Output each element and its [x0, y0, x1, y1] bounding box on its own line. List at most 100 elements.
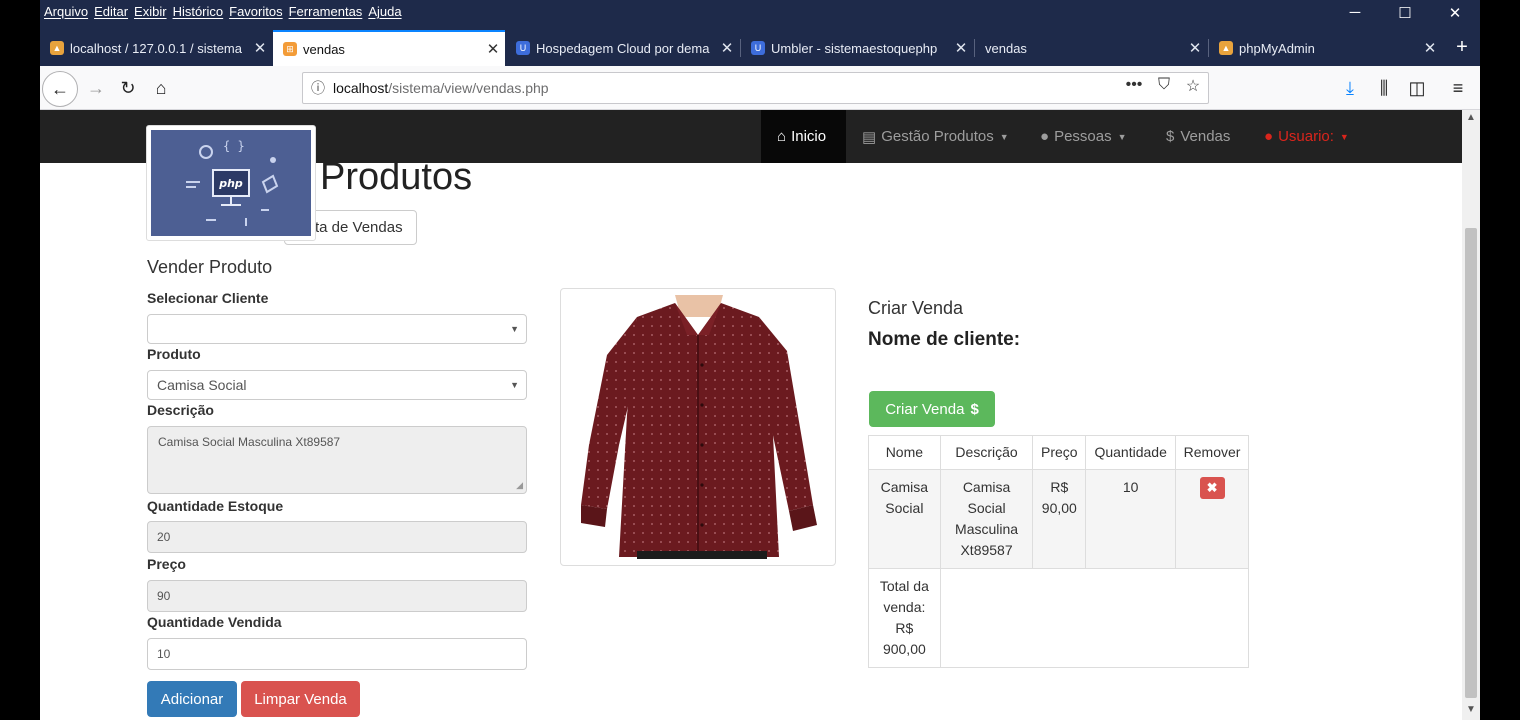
dollar-icon: $ [1166, 128, 1175, 145]
col-quantidade: Quantidade [1085, 435, 1177, 470]
stock-field[interactable]: 20 [147, 521, 527, 553]
new-tab-icon[interactable]: + [1450, 36, 1474, 59]
stock-value: 20 [157, 530, 171, 544]
close-tab-icon[interactable]: ✕ [1183, 39, 1207, 57]
tab-vendas-active[interactable]: ⊞ vendas ✕ [273, 30, 505, 66]
col-preco: Preço [1032, 435, 1087, 470]
home-icon: ⌂ [777, 128, 787, 145]
sale-items-table: Nome Descrição Preço Quantidade Remover … [868, 435, 1250, 668]
close-tab-icon[interactable]: ✕ [1418, 39, 1442, 57]
add-button[interactable]: Adicionar [147, 681, 237, 717]
site-logo: { } php [146, 125, 316, 241]
item-remove-cell: ✖ [1175, 469, 1249, 569]
address-bar[interactable]: ⓘ localhost /sistema/view/vendas.php [302, 72, 1209, 104]
product-select[interactable]: Camisa Social ▼ [147, 370, 527, 400]
svg-text:{ }: { } [223, 139, 245, 153]
back-icon[interactable]: ← [42, 71, 78, 107]
list-icon: ▤ [862, 128, 877, 146]
nav-people-label: Pessoas [1054, 128, 1112, 145]
menu-bar: Arquivo Editar Exibir Histórico Favorito… [44, 4, 408, 19]
forward-icon[interactable]: → [82, 74, 110, 102]
screen-border-left [0, 0, 40, 720]
description-textarea[interactable]: Camisa Social Masculina Xt89587 ◢ [147, 426, 527, 494]
user-icon: ● [1040, 128, 1050, 145]
page-scrollbar[interactable]: ▲ ▼ [1462, 110, 1480, 720]
col-descricao: Descrição [939, 435, 1034, 470]
menu-historico[interactable]: Histórico [173, 4, 230, 19]
item-name: Camisa Social [868, 469, 941, 569]
page-content: ⌂ Inicio ▤ Gestão Produtos ▼ ● Pessoas ▼… [40, 110, 1462, 720]
create-sale-label: Criar Venda [885, 400, 965, 418]
select-arrow-icon: ▼ [510, 380, 519, 390]
reload-icon[interactable]: ↻ [114, 74, 142, 102]
tab-bar: ▲ localhost / 127.0.0.1 / sistema ✕ ⊞ ve… [40, 30, 1480, 66]
close-tab-icon[interactable]: ✕ [715, 39, 739, 57]
tab-vendas[interactable]: vendas ✕ [975, 30, 1207, 66]
nav-inicio-label: Inicio [791, 128, 827, 145]
shirt-image [567, 295, 829, 559]
home-icon[interactable]: ⌂ [147, 74, 175, 102]
menu-favoritos[interactable]: Favoritos [229, 4, 288, 19]
tab-hospedagem[interactable]: U Hospedagem Cloud por dema ✕ [506, 30, 739, 66]
close-tab-icon[interactable]: ✕ [248, 39, 272, 57]
create-sale-button[interactable]: Criar Venda $ [869, 391, 995, 427]
product-thumbnail [560, 288, 836, 566]
minimize-icon[interactable]: ─ [1340, 4, 1370, 21]
nav-gestao-produtos[interactable]: ▤ Gestão Produtos ▼ [846, 110, 1025, 163]
download-icon[interactable]: ⤓ [1336, 74, 1364, 102]
pocket-icon[interactable]: ⛉ [1152, 76, 1176, 94]
menu-arquivo[interactable]: Arquivo [44, 4, 94, 19]
close-tab-icon[interactable]: ✕ [949, 39, 973, 57]
dollar-icon: $ [970, 400, 979, 418]
page-title: Produtos [320, 156, 473, 198]
close-window-icon[interactable]: ✕ [1440, 4, 1470, 22]
library-icon[interactable]: ⫼ [1370, 74, 1398, 102]
title-bar: Arquivo Editar Exibir Histórico Favorito… [40, 0, 1480, 30]
clear-sale-button[interactable]: Limpar Venda [241, 681, 360, 717]
select-arrow-icon: ▼ [510, 324, 519, 334]
nav-pessoas[interactable]: ● Pessoas ▼ [1024, 110, 1143, 163]
total-empty-cell [939, 568, 1250, 668]
menu-ferramentas[interactable]: Ferramentas [289, 4, 369, 19]
qty-sold-input[interactable]: 10 [147, 638, 527, 670]
price-field[interactable]: 90 [147, 580, 527, 612]
item-quantity: 10 [1085, 469, 1177, 569]
qty-sold-value: 10 [157, 647, 171, 661]
tab-label: Hospedagem Cloud por dema [536, 40, 710, 56]
open-menu-icon[interactable]: ≡ [1444, 74, 1472, 102]
browser-window: Arquivo Editar Exibir Histórico Favorito… [40, 0, 1480, 720]
phpmyadmin-icon: ▲ [1219, 41, 1233, 55]
tab-label: localhost / 127.0.0.1 / sistema [70, 40, 242, 56]
php-logo-image: { } php [151, 130, 311, 236]
tab-phpmyadmin-localhost[interactable]: ▲ localhost / 127.0.0.1 / sistema ✕ [40, 30, 272, 66]
close-tab-icon[interactable]: ✕ [481, 40, 505, 58]
maximize-icon[interactable]: ☐ [1390, 4, 1420, 22]
price-label: Preço [147, 556, 186, 572]
menu-exibir[interactable]: Exibir [134, 4, 173, 19]
info-icon[interactable]: ⓘ [303, 78, 333, 98]
stock-label: Quantidade Estoque [147, 498, 284, 514]
product-label: Produto [147, 346, 201, 362]
nav-user-label: Usuario: [1278, 128, 1334, 145]
tab-label: vendas [303, 41, 345, 57]
nav-usuario[interactable]: ● Usuario: ▼ [1248, 110, 1365, 163]
resize-grip-icon[interactable]: ◢ [516, 480, 523, 491]
nav-inicio[interactable]: ⌂ Inicio [761, 110, 846, 163]
caret-down-icon: ▼ [1339, 131, 1349, 142]
menu-editar[interactable]: Editar [94, 4, 134, 19]
remove-item-icon[interactable]: ✖ [1199, 477, 1225, 499]
tab-umbler[interactable]: U Umbler - sistemaestoquephp ✕ [741, 30, 973, 66]
tab-phpmyadmin[interactable]: ▲ phpMyAdmin ✕ [1209, 30, 1442, 66]
bookmark-star-icon[interactable]: ☆ [1181, 76, 1205, 96]
scroll-up-icon[interactable]: ▲ [1462, 112, 1480, 123]
scroll-thumb[interactable] [1465, 228, 1477, 698]
tab-label: phpMyAdmin [1239, 40, 1315, 56]
nav-vendas[interactable]: $ Vendas [1150, 110, 1246, 163]
menu-ajuda[interactable]: Ajuda [368, 4, 407, 19]
client-select[interactable]: ▼ [147, 314, 527, 344]
page-actions-icon[interactable]: ••• [1122, 76, 1146, 94]
sidebar-icon[interactable]: ◫ [1403, 74, 1431, 102]
scroll-down-icon[interactable]: ▼ [1462, 704, 1480, 715]
col-nome: Nome [868, 435, 941, 470]
qty-sold-label: Quantidade Vendida [147, 614, 282, 630]
